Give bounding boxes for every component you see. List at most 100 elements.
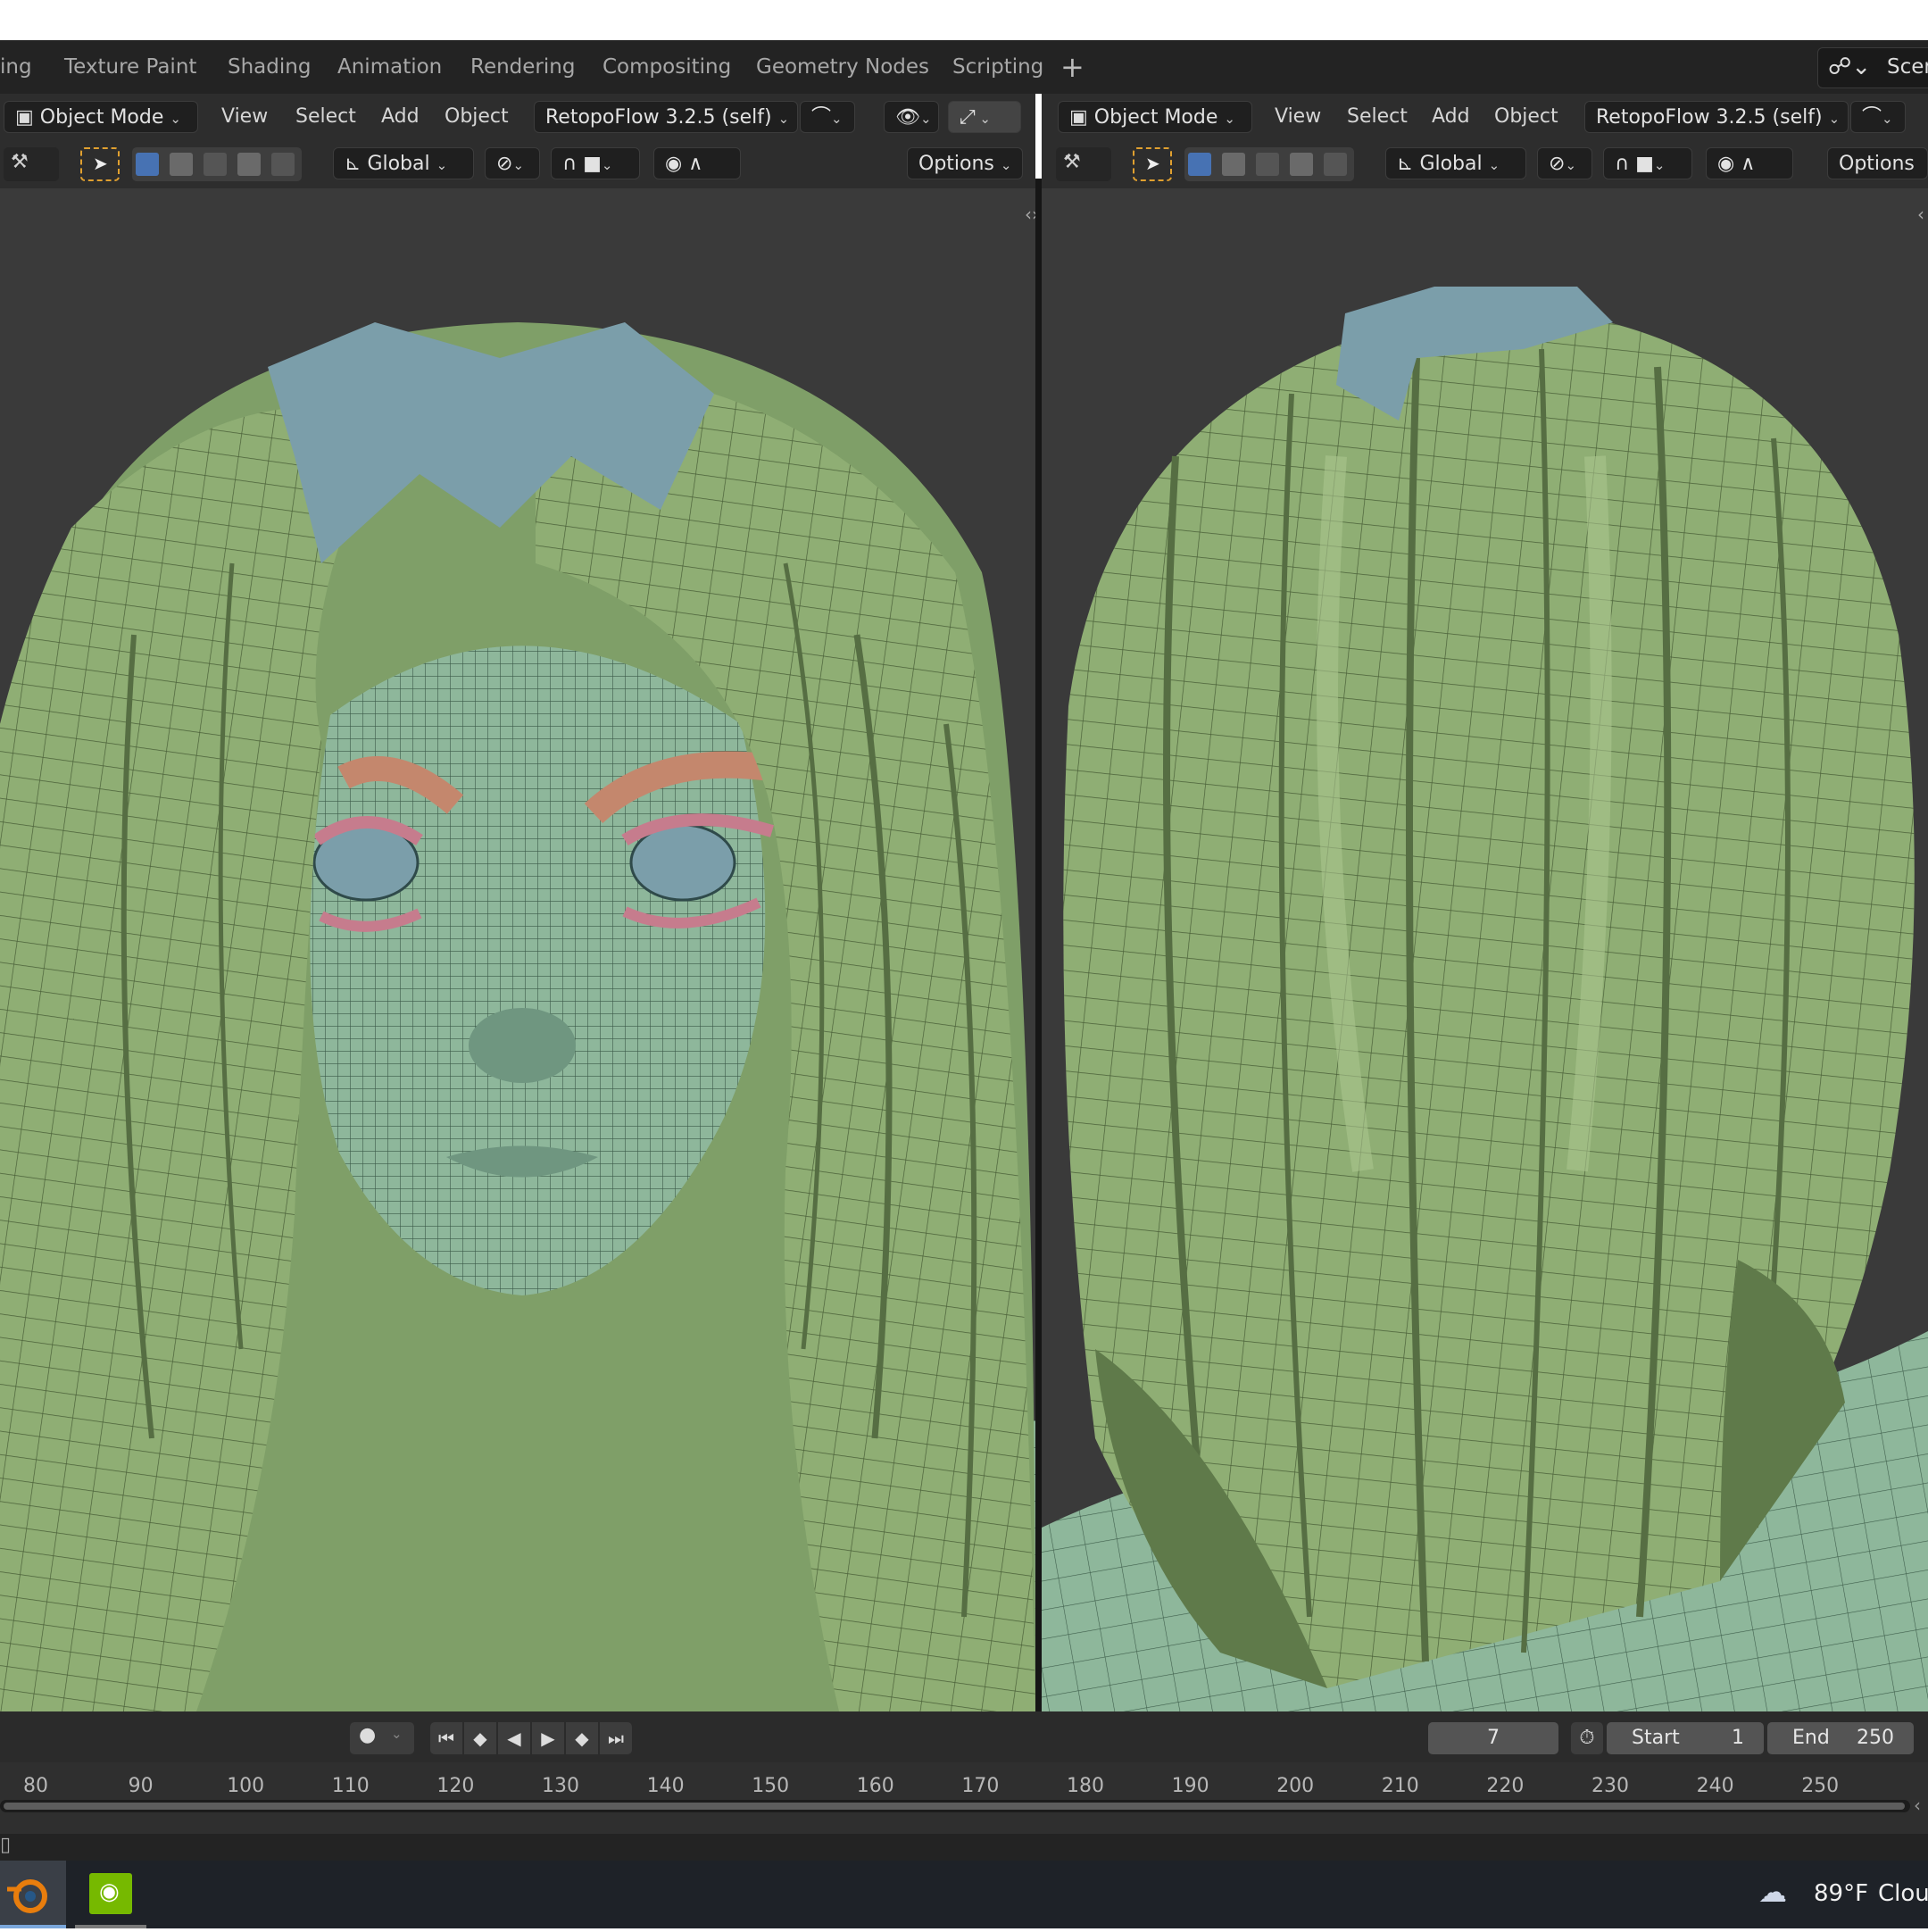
left-gizmo-dropdown[interactable]: ⤢ ⌄: [948, 101, 1021, 133]
select-invert-icon[interactable]: [1290, 153, 1313, 176]
end-frame-field[interactable]: End 250: [1767, 1722, 1914, 1754]
frame-tick-label: 120: [436, 1775, 475, 1797]
right-mode-dropdown[interactable]: ▣ Object Mode ⌄: [1058, 101, 1252, 133]
select-tool-button[interactable]: ➤: [80, 147, 120, 181]
right-snap-dropdown[interactable]: ⌒⌄: [1850, 101, 1906, 133]
frame-tick-label: 200: [1276, 1775, 1315, 1797]
frame-tick-label: 110: [331, 1775, 370, 1797]
start-frame-field[interactable]: Start 1: [1607, 1722, 1764, 1754]
chevron-down-icon: ⌄: [1488, 157, 1500, 173]
nvidia-taskbar-button[interactable]: ◉: [75, 1861, 146, 1928]
timeline-ruler[interactable]: 80 90 100 110 120 130 140 150 160 170 180 190 200 210…: [0, 1762, 1928, 1834]
select-tool-button[interactable]: ➤: [1133, 147, 1172, 181]
tab-texture-paint[interactable]: Texture Paint: [64, 40, 196, 94]
left-orientation-label: Global: [367, 153, 430, 175]
left-tool-settings: ⚒ ➤ ⊾ Global ⌄ ⊘⌄ ∩ ■⌄ ◉ ∧ Options ⌄: [0, 140, 1035, 188]
keyframe-record-button[interactable]: ● ⌄: [350, 1722, 414, 1754]
right-orientation-dropdown[interactable]: ⊾ Global ⌄: [1385, 147, 1526, 179]
right-retopoflow-label: RetopoFlow 3.2.5 (self): [1596, 106, 1823, 129]
right-orientation-label: Global: [1419, 153, 1483, 175]
magnet-icon: ∩: [562, 153, 578, 175]
right-retopoflow-dropdown[interactable]: RetopoFlow 3.2.5 (self) ⌄: [1584, 101, 1849, 133]
right-snapping-dropdown[interactable]: ∩ ■⌄: [1603, 147, 1692, 179]
tab-rendering[interactable]: Rendering: [470, 40, 575, 94]
scroll-left-arrow-icon[interactable]: ‹: [1914, 1795, 1921, 1816]
left-menu-select[interactable]: Select: [295, 94, 356, 140]
right-menu-add[interactable]: Add: [1432, 94, 1470, 140]
record-dot-icon: ●: [359, 1724, 377, 1746]
left-viewport-header: ▣ Object Mode ⌄ View Select Add Object R…: [0, 94, 1035, 140]
select-extend-icon[interactable]: [170, 153, 193, 176]
select-invert-icon[interactable]: [237, 153, 261, 176]
os-taskbar: ◉ ☁ 89°F Clou: [0, 1861, 1928, 1928]
select-intersect-icon[interactable]: [1324, 153, 1347, 176]
left-mode-dropdown[interactable]: ▣ Object Mode ⌄: [4, 101, 198, 133]
stopwatch-icon[interactable]: ⏱: [1571, 1722, 1603, 1754]
right-tool-picker[interactable]: ⚒: [1056, 147, 1111, 181]
tab-workspace-partial[interactable]: ing: [0, 40, 32, 94]
frame-tick-label: 100: [227, 1775, 265, 1797]
weather-description: Clou: [1878, 1880, 1928, 1907]
chevron-down-icon: ⌄: [975, 111, 991, 127]
left-tool-picker[interactable]: ⚒: [4, 147, 59, 181]
chevron-down-icon: ⌄: [1653, 157, 1666, 173]
tab-animation[interactable]: Animation: [337, 40, 442, 94]
scene-icon: ☍⌄: [1828, 54, 1872, 80]
chevron-down-icon: ⌄: [601, 157, 613, 173]
frame-tick-label: 180: [1067, 1775, 1104, 1797]
magnet-icon: ∩: [1615, 153, 1630, 175]
current-frame-field[interactable]: 7: [1428, 1722, 1558, 1754]
play-reverse-button[interactable]: ◀: [498, 1722, 530, 1754]
object-mode-icon: ▣: [1069, 106, 1088, 129]
left-menu-view[interactable]: View: [221, 94, 268, 140]
end-value: 250: [1857, 1727, 1894, 1749]
tab-geometry-nodes[interactable]: Geometry Nodes: [756, 40, 929, 94]
jump-start-button[interactable]: ⏮: [430, 1722, 462, 1754]
jump-end-button[interactable]: ⏭: [600, 1722, 632, 1754]
select-subtract-icon[interactable]: [204, 153, 227, 176]
tab-scripting[interactable]: Scripting: [952, 40, 1043, 94]
frame-tick-label: 130: [542, 1775, 579, 1797]
select-subtract-icon[interactable]: [1256, 153, 1279, 176]
left-snap-dropdown[interactable]: ⌒⌄: [800, 101, 855, 133]
play-button[interactable]: ▶: [532, 1722, 564, 1754]
right-menu-view[interactable]: View: [1275, 94, 1321, 140]
cursor-arrow-icon: ➤: [93, 153, 108, 174]
curve-icon: ⌒: [1862, 106, 1882, 129]
left-viewport-render: [0, 322, 1035, 1711]
select-extend-icon[interactable]: [1222, 153, 1245, 176]
left-menu-object[interactable]: Object: [445, 94, 509, 140]
frame-tick-label: 220: [1486, 1775, 1525, 1797]
tab-compositing[interactable]: Compositing: [602, 40, 731, 94]
select-intersect-icon[interactable]: [271, 153, 295, 176]
left-pivot-dropdown[interactable]: ⊘⌄: [485, 147, 540, 179]
viewport-divider[interactable]: [1035, 179, 1042, 1711]
frame-tick-label: 170: [961, 1775, 1000, 1797]
right-options-dropdown[interactable]: Options: [1827, 147, 1928, 179]
right-viewport-render: [1042, 287, 1928, 1711]
tab-shading[interactable]: Shading: [228, 40, 311, 94]
left-orientation-dropdown[interactable]: ⊾ Global ⌄: [333, 147, 474, 179]
select-new-icon[interactable]: [136, 153, 159, 176]
add-workspace-button[interactable]: +: [1060, 40, 1084, 94]
next-keyframe-button[interactable]: ◆: [566, 1722, 598, 1754]
timeline-scroll-thumb[interactable]: [4, 1803, 1905, 1810]
right-pivot-dropdown[interactable]: ⊘⌄: [1537, 147, 1592, 179]
collapse-arrow-icon[interactable]: ‹: [1917, 204, 1924, 225]
chevron-down-icon: ⌄: [170, 111, 181, 127]
right-proportional-dropdown[interactable]: ◉ ∧: [1706, 147, 1793, 179]
prev-keyframe-button[interactable]: ◆: [464, 1722, 496, 1754]
left-visibility-dropdown[interactable]: 👁⌄: [884, 101, 939, 133]
left-snapping-dropdown[interactable]: ∩ ■⌄: [551, 147, 640, 179]
right-menu-object[interactable]: Object: [1494, 94, 1558, 140]
pivot-icon: ⊘: [496, 153, 513, 175]
workspace-tab-bar: ing Texture Paint Shading Animation Rend…: [0, 40, 1928, 94]
left-menu-add[interactable]: Add: [381, 94, 420, 140]
left-retopoflow-dropdown[interactable]: RetopoFlow 3.2.5 (self) ⌄: [534, 101, 798, 133]
select-new-icon[interactable]: [1188, 153, 1211, 176]
left-proportional-dropdown[interactable]: ◉ ∧: [653, 147, 741, 179]
left-options-dropdown[interactable]: Options ⌄: [907, 147, 1023, 179]
blender-taskbar-button[interactable]: [0, 1861, 66, 1928]
chevron-down-icon: ⌄: [436, 157, 448, 173]
right-menu-select[interactable]: Select: [1347, 94, 1408, 140]
